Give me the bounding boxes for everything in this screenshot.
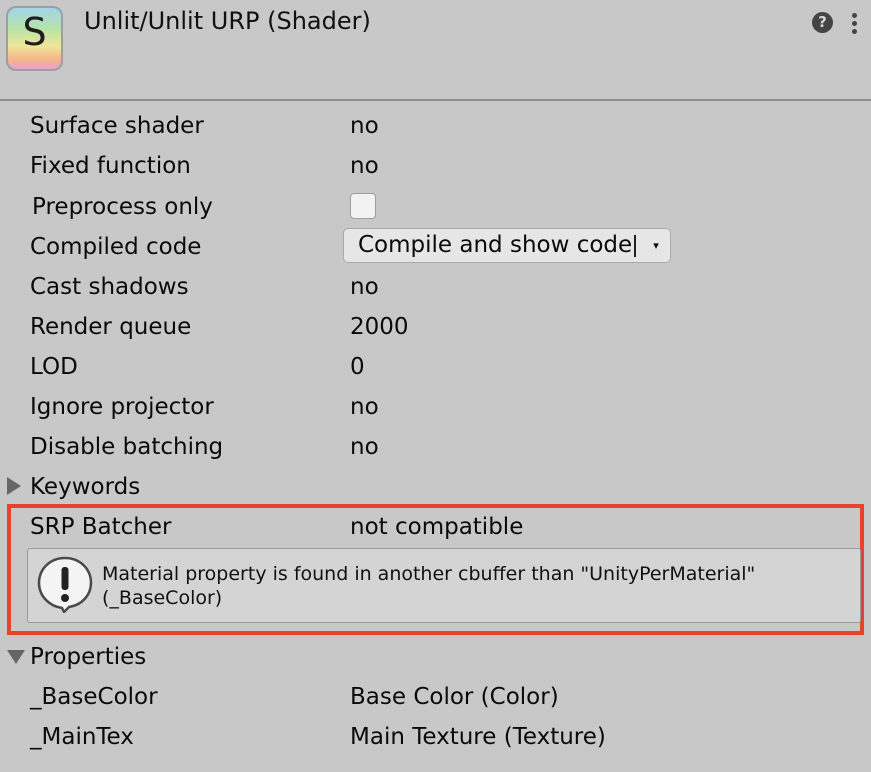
fixed-function-row: Fixed function no <box>0 146 871 186</box>
preprocess-only-row: Preprocess only <box>0 187 871 227</box>
dropdown-arrow-icon[interactable]: ▾ <box>644 229 668 262</box>
properties-foldout[interactable]: Properties <box>0 637 871 677</box>
properties-label[interactable]: Properties <box>30 637 146 677</box>
surface-shader-row: Surface shader no <box>0 106 871 146</box>
compile-button-label: Compile and show code <box>358 232 633 258</box>
render-queue-label: Render queue <box>30 314 192 340</box>
preprocess-only-label: Preprocess only <box>32 194 213 220</box>
inspector-header: S Unlit/Unlit URP (Shader) ? <box>0 0 871 100</box>
srp-batcher-row: SRP Batcher not compatible <box>0 507 871 547</box>
lod-row: LOD 0 <box>0 347 871 387</box>
dropdown-separator <box>634 235 636 257</box>
cast-shadows-value: no <box>350 274 379 300</box>
shader-icon: S <box>6 6 63 71</box>
property-name: _MainTex <box>30 724 134 750</box>
fixed-function-label: Fixed function <box>30 153 191 179</box>
surface-shader-label: Surface shader <box>30 113 204 139</box>
surface-shader-value: no <box>350 113 379 139</box>
disable-batching-row: Disable batching no <box>0 427 871 467</box>
compile-and-show-code-button[interactable]: Compile and show code ▾ <box>343 228 671 263</box>
render-queue-row: Render queue 2000 <box>0 307 871 347</box>
shader-property-row: _BaseColor Base Color (Color) <box>0 677 871 717</box>
shader-property-row: _MainTex Main Texture (Texture) <box>0 717 871 757</box>
more-menu-icon[interactable] <box>850 12 860 34</box>
property-description: Base Color (Color) <box>350 684 559 710</box>
help-icon[interactable]: ? <box>812 12 833 33</box>
fixed-function-value: no <box>350 153 379 179</box>
warning-line-2: (_BaseColor) <box>102 587 223 609</box>
srp-batcher-warning-box: Material property is found in another cb… <box>27 548 861 623</box>
compiled-code-label: Compiled code <box>30 234 202 260</box>
lod-value: 0 <box>350 354 365 380</box>
ignore-projector-value: no <box>350 394 379 420</box>
keywords-label[interactable]: Keywords <box>30 467 140 507</box>
srp-batcher-label: SRP Batcher <box>30 514 172 540</box>
cast-shadows-row: Cast shadows no <box>0 267 871 307</box>
srp-batcher-warning-text: Material property is found in another cb… <box>102 562 755 610</box>
lod-label: LOD <box>30 354 78 380</box>
disable-batching-value: no <box>350 434 379 460</box>
render-queue-value: 2000 <box>350 314 409 340</box>
ignore-projector-label: Ignore projector <box>30 394 214 420</box>
property-name: _BaseColor <box>30 684 158 710</box>
warning-line-1: Material property is found in another cb… <box>102 563 756 585</box>
shader-inspector: S Unlit/Unlit URP (Shader) ? Surface sha… <box>0 0 871 772</box>
shader-icon-letter: S <box>22 10 47 54</box>
cast-shadows-label: Cast shadows <box>30 274 189 300</box>
disable-batching-label: Disable batching <box>30 434 224 460</box>
srp-batcher-value: not compatible <box>350 514 524 540</box>
page-title: Unlit/Unlit URP (Shader) <box>84 7 371 35</box>
header-divider <box>0 99 871 101</box>
property-description: Main Texture (Texture) <box>350 724 606 750</box>
keywords-foldout[interactable]: Keywords <box>0 467 871 507</box>
preprocess-only-checkbox[interactable] <box>350 193 376 219</box>
ignore-projector-row: Ignore projector no <box>0 387 871 427</box>
warning-icon <box>37 556 93 613</box>
